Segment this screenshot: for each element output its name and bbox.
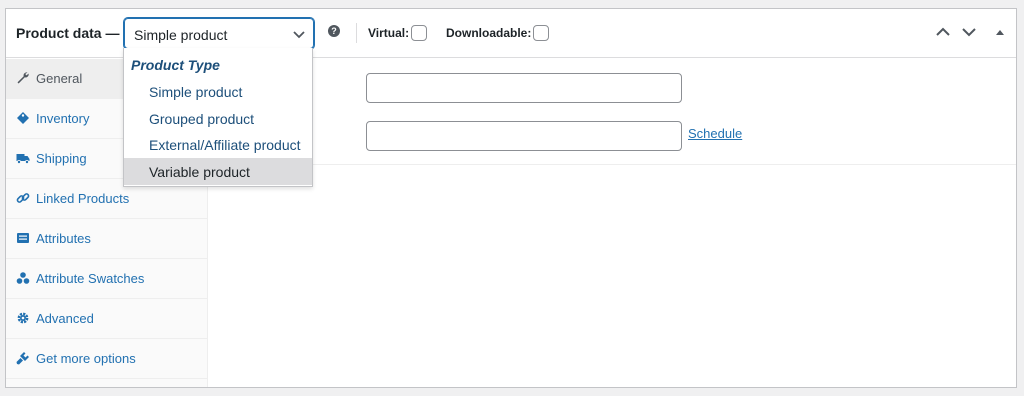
swatches-icon bbox=[16, 272, 30, 284]
tab-label: General bbox=[36, 71, 83, 86]
dropdown-group-label: Product Type bbox=[131, 57, 220, 73]
schedule-link[interactable]: Schedule bbox=[688, 126, 742, 141]
chevron-up-icon[interactable] bbox=[935, 25, 951, 39]
chevron-down-icon[interactable] bbox=[961, 25, 977, 39]
truck-icon bbox=[16, 154, 30, 164]
header-divider bbox=[356, 23, 357, 43]
downloadable-option[interactable]: Downloadable: bbox=[446, 25, 550, 41]
tab-label: Attribute Swatches bbox=[36, 271, 145, 286]
wrench-icon bbox=[17, 72, 29, 84]
tab-attribute-swatches[interactable]: Attribute Swatches bbox=[6, 259, 208, 299]
tab-label: Linked Products bbox=[36, 191, 130, 206]
sale-price-input[interactable] bbox=[366, 121, 682, 151]
list-icon bbox=[17, 233, 29, 243]
triangle-up-icon[interactable] bbox=[992, 25, 1008, 39]
option-label: Variable product bbox=[149, 164, 250, 180]
product-type-select[interactable]: Simple product bbox=[124, 18, 314, 49]
regular-price-input[interactable] bbox=[366, 73, 682, 103]
option-label: Grouped product bbox=[149, 111, 255, 127]
tab-attributes[interactable]: Attributes bbox=[6, 219, 208, 259]
question-circle-icon[interactable]: ? bbox=[328, 25, 340, 37]
link-icon bbox=[16, 193, 30, 203]
option-external-affiliate-product[interactable]: External/Affiliate product bbox=[124, 131, 312, 158]
option-variable-product[interactable]: Variable product bbox=[124, 158, 312, 185]
option-label: External/Affiliate product bbox=[149, 137, 301, 153]
gear-icon bbox=[17, 312, 29, 324]
tab-label: Inventory bbox=[36, 111, 90, 126]
tag-icon bbox=[17, 112, 29, 124]
option-simple-product[interactable]: Simple product bbox=[124, 78, 312, 105]
tab-label: Advanced bbox=[36, 311, 94, 326]
downloadable-checkbox[interactable] bbox=[533, 25, 550, 41]
virtual-label: Virtual: bbox=[368, 26, 410, 40]
content-divider bbox=[209, 164, 1016, 165]
panel-title: Product data — bbox=[16, 25, 120, 41]
tab-label: Shipping bbox=[36, 151, 87, 166]
tab-advanced[interactable]: Advanced bbox=[6, 299, 208, 339]
chevron-down-icon bbox=[293, 31, 305, 39]
product-type-selected: Simple product bbox=[134, 27, 228, 43]
product-type-dropdown: Product Type Simple product Grouped prod… bbox=[123, 48, 313, 187]
tab-get-more-options[interactable]: Get more options bbox=[6, 339, 208, 379]
virtual-checkbox[interactable] bbox=[411, 25, 428, 41]
plugin-icon bbox=[16, 352, 29, 365]
tab-label: Get more options bbox=[36, 351, 136, 366]
option-label: Simple product bbox=[149, 84, 243, 100]
virtual-option[interactable]: Virtual: bbox=[368, 25, 428, 41]
tab-label: Attributes bbox=[36, 231, 91, 246]
downloadable-label: Downloadable: bbox=[446, 26, 532, 40]
option-grouped-product[interactable]: Grouped product bbox=[124, 105, 312, 132]
